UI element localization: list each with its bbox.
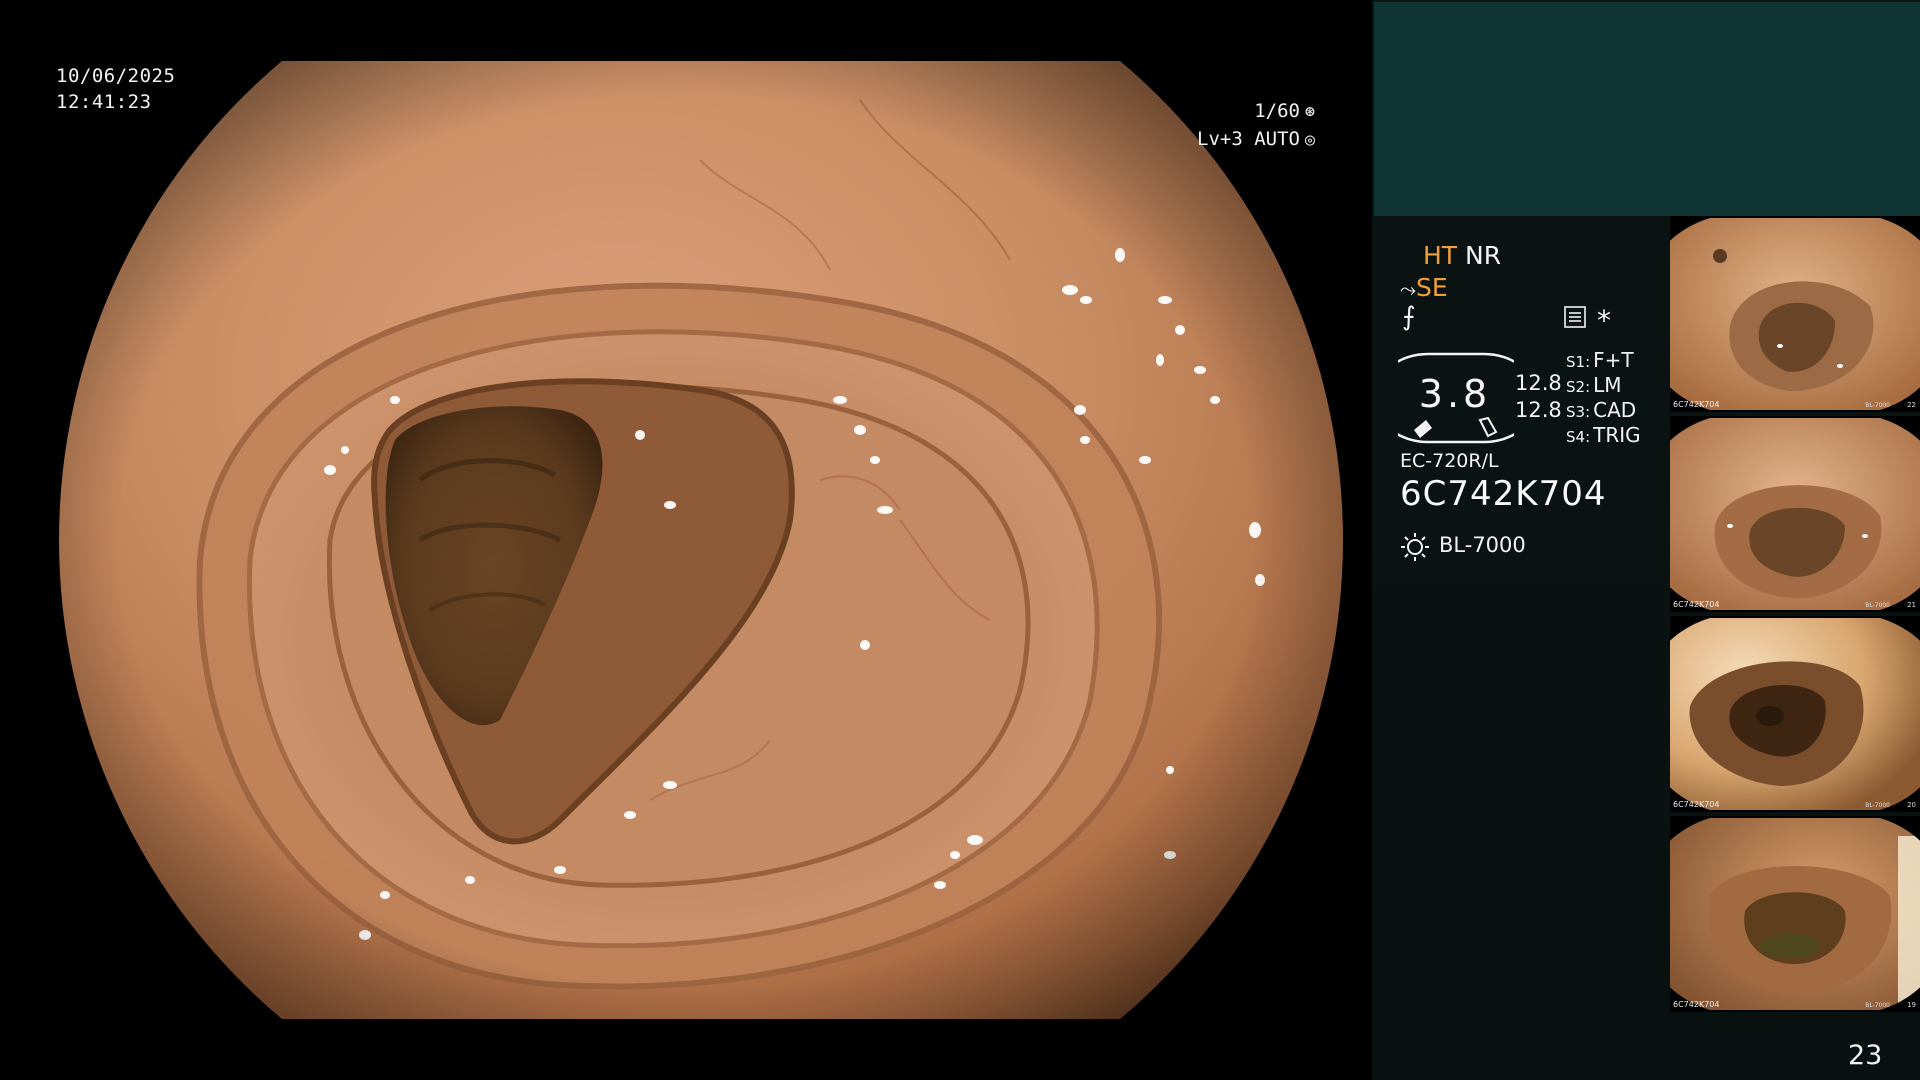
switch-s3: S3: CAD	[1566, 398, 1636, 422]
gauge-readout-2: 12.8	[1515, 398, 1562, 422]
thumbnail-image	[1670, 818, 1920, 1010]
light-source: BL-7000	[1439, 533, 1526, 557]
switch-key: S3:	[1566, 403, 1591, 421]
iris-icon: ◎	[1304, 130, 1316, 150]
switch-key: S4:	[1566, 428, 1591, 446]
switch-value: F+T	[1593, 348, 1634, 372]
ht-label: HT	[1423, 241, 1458, 270]
list-menu-icon	[1564, 306, 1586, 328]
thumbnail-number: 22	[1907, 401, 1916, 409]
iris-level: Lv+3 AUTO	[1197, 128, 1300, 150]
thumbnail-number: 20	[1907, 801, 1916, 809]
shutter-speed: 1/60	[1254, 100, 1300, 122]
thumbnail-light-source: BL-7000	[1865, 402, 1890, 409]
sun-icon	[1401, 533, 1429, 561]
se-label: SE	[1416, 273, 1448, 302]
thumbnail-serial: 6C742K704	[1673, 1000, 1720, 1009]
panel-header-block	[1374, 2, 1920, 216]
structure-enhancement-status: ⤳SE	[1400, 273, 1448, 302]
star-indicator: *	[1597, 304, 1611, 337]
thumbnail-number: 21	[1907, 601, 1916, 609]
switch-value: LM	[1593, 373, 1622, 397]
aperture-icon: ⊛	[1304, 102, 1316, 122]
curve-icon: ⤳	[1400, 277, 1416, 301]
switch-value: TRIG	[1593, 423, 1641, 447]
shutter-indicator: 1/60 ⊛	[1150, 98, 1320, 125]
switch-s2: S2: LM	[1566, 373, 1622, 397]
colon-image	[59, 61, 1343, 1019]
page-number: 23	[1848, 1040, 1883, 1071]
scope-model: EC-720R/L	[1400, 450, 1499, 472]
capture-date: 10/06/2025	[56, 65, 176, 87]
thumbnail-light-source: BL-7000	[1865, 602, 1890, 609]
capture-thumbnail[interactable]: 6C742K704 BL-7000 19	[1670, 816, 1920, 1012]
thumbnail-light-source: BL-7000	[1865, 1002, 1890, 1009]
slash-f-icon: ⨍	[1402, 302, 1416, 332]
switch-s4: S4: TRIG	[1566, 423, 1641, 447]
gauge-readout-1: 12.8	[1515, 371, 1562, 395]
switch-key: S2:	[1566, 378, 1591, 396]
switch-value: CAD	[1593, 398, 1637, 422]
switch-s1: S1: F+T	[1566, 348, 1634, 372]
capture-thumbnail[interactable]: 6C742K704 BL-7000 21	[1670, 416, 1920, 612]
switch-key: S1:	[1566, 353, 1591, 371]
gauge-value: 3.8	[1418, 372, 1492, 416]
thumbnail-serial: 6C742K704	[1673, 400, 1720, 409]
nr-label: NR	[1465, 241, 1502, 270]
endoscopic-image-view: 10/06/2025 12:41:23 1/60 ⊛ Lv+3 AUTO ◎	[0, 0, 1372, 1080]
thumbnail-number: 19	[1907, 1001, 1916, 1009]
thumbnail-light-source: BL-7000	[1865, 802, 1890, 809]
capture-thumbnail[interactable]: 6C742K704 BL-7000 20	[1670, 616, 1920, 812]
thumbnail-serial: 6C742K704	[1673, 600, 1720, 609]
capture-time: 12:41:23	[56, 91, 152, 113]
thumbnail-image	[1670, 218, 1920, 410]
thumbnail-image	[1670, 418, 1920, 610]
thumbnail-serial: 6C742K704	[1673, 800, 1720, 809]
enhancement-status: HT NR	[1423, 241, 1501, 270]
capture-thumbnail[interactable]: 6C742K704 BL-7000 22	[1670, 216, 1920, 412]
scope-serial: 6C742K704	[1400, 474, 1607, 514]
thumbnail-image	[1670, 618, 1920, 810]
iris-indicator: Lv+3 AUTO ◎	[1150, 126, 1320, 153]
